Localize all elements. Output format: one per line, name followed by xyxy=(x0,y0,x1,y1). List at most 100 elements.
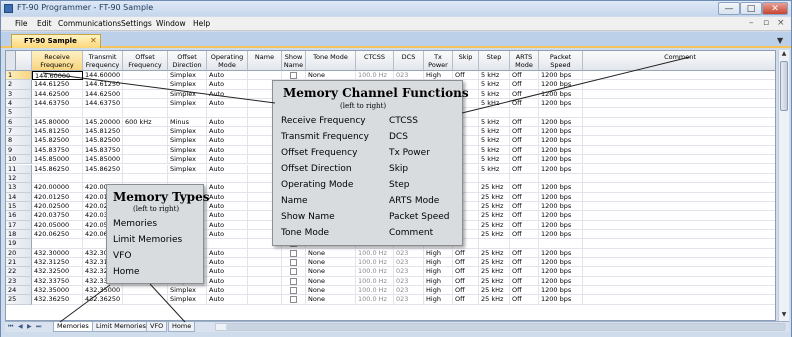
scroll-down-icon[interactable]: ▼ xyxy=(779,311,789,321)
column-header-off[interactable]: Offset Frequency xyxy=(123,51,168,71)
cell-show[interactable] xyxy=(282,267,306,277)
cell-tx[interactable]: 144.61250 xyxy=(83,80,123,90)
cell-ctcss[interactable]: 100.0 Hz xyxy=(356,258,394,268)
cell-dcs[interactable]: 023 xyxy=(394,258,424,268)
cell-comment[interactable] xyxy=(583,165,775,174)
cell-off[interactable] xyxy=(123,108,168,118)
cell-mode[interactable]: Auto xyxy=(207,229,248,240)
cell-rx[interactable] xyxy=(32,173,83,184)
cell-rx[interactable]: 145.86250 xyxy=(32,164,83,174)
column-header-rx[interactable]: Receive Frequency xyxy=(32,51,83,71)
document-tab-close-icon[interactable]: ✕ xyxy=(90,36,97,45)
cell-dir[interactable] xyxy=(168,173,207,184)
cell-dir[interactable]: Minus xyxy=(168,117,207,128)
cell-tx[interactable]: 145.82500 xyxy=(83,136,123,146)
maximize-button[interactable]: □ xyxy=(740,2,762,15)
last-sheet-icon[interactable]: ⏭ xyxy=(36,323,41,331)
cell-ctcss[interactable]: 100.0 Hz xyxy=(356,248,394,258)
row-header[interactable]: 13 xyxy=(6,183,32,193)
menu-settings[interactable]: Settings xyxy=(121,19,152,28)
row-header[interactable]: 2 xyxy=(6,80,32,90)
cell-dir[interactable]: Simplex xyxy=(168,71,207,81)
cell-dir[interactable]: Simplex xyxy=(168,127,207,137)
row-header[interactable]: 4 xyxy=(6,99,32,109)
cell-pkt[interactable]: 1200 bps xyxy=(539,71,583,81)
cell-ctcss[interactable]: 100.0 Hz xyxy=(356,286,394,296)
cell-dcs[interactable]: 023 xyxy=(394,295,424,305)
show-name-checkbox[interactable] xyxy=(290,72,297,79)
cell-step[interactable]: 25 kHz xyxy=(479,258,510,268)
first-sheet-icon[interactable]: ⏮ xyxy=(8,323,13,331)
cell-arts[interactable]: Off xyxy=(510,267,539,277)
cell-mode[interactable]: Auto xyxy=(207,145,248,156)
cell-pkt[interactable]: 1200 bps xyxy=(539,89,583,100)
cell-arts[interactable]: Off xyxy=(510,220,539,230)
cell-dcs[interactable]: 023 xyxy=(394,286,424,296)
sheet-tab-home[interactable]: Home xyxy=(168,322,196,332)
column-header-pkt[interactable]: Packet Speed xyxy=(539,51,583,71)
cell-mode[interactable]: Auto xyxy=(207,201,248,212)
vertical-scroll-thumb[interactable] xyxy=(780,61,788,111)
cell-name[interactable] xyxy=(248,267,282,277)
cell-pwr[interactable]: High xyxy=(424,276,453,287)
cell-tx[interactable]: 145.86250 xyxy=(83,164,123,174)
menu-communications[interactable]: Communications xyxy=(58,19,121,28)
cell-tx[interactable]: 145.81250 xyxy=(83,127,123,137)
cell-tx[interactable]: 144.62500 xyxy=(83,89,123,100)
cell-ctcss[interactable]: 100.0 Hz xyxy=(356,267,394,277)
cell-mode[interactable]: Auto xyxy=(207,164,248,174)
cell-tx[interactable]: 144.63750 xyxy=(83,99,123,109)
cell-ctcss[interactable]: 100.0 Hz xyxy=(356,276,394,287)
cell-comment[interactable] xyxy=(583,249,775,258)
cell-tx[interactable] xyxy=(83,173,123,184)
cell-dir[interactable]: Simplex xyxy=(168,145,207,156)
cell-dcs[interactable]: 023 xyxy=(394,71,424,81)
cell-mode[interactable]: Auto xyxy=(207,276,248,287)
cell-arts[interactable]: Off xyxy=(510,155,539,165)
mdi-restore-icon[interactable]: ▫ xyxy=(763,18,769,28)
show-name-checkbox[interactable] xyxy=(290,287,297,295)
cell-dir[interactable]: Simplex xyxy=(168,136,207,146)
cell-rx[interactable]: 420.01250 xyxy=(32,192,83,202)
cell-comment[interactable] xyxy=(583,286,775,296)
cell-dir[interactable] xyxy=(168,108,207,118)
cell-pkt[interactable]: 1200 bps xyxy=(539,211,583,221)
cell-off[interactable] xyxy=(123,155,168,165)
cell-pkt[interactable]: 1200 bps xyxy=(539,155,583,165)
cell-arts[interactable]: Off xyxy=(510,183,539,193)
close-button[interactable]: ✕ xyxy=(762,2,788,15)
cell-rx[interactable]: 432.30000 xyxy=(32,248,83,258)
prev-sheet-icon[interactable]: ◀ xyxy=(18,323,23,330)
cell-tone[interactable]: None xyxy=(306,267,356,277)
cell-rx[interactable]: 432.36250 xyxy=(32,295,83,305)
cell-off[interactable] xyxy=(123,286,168,296)
cell-skip[interactable]: Off xyxy=(453,267,479,277)
cell-pwr[interactable]: High xyxy=(424,295,453,305)
grid-corner[interactable] xyxy=(6,51,16,71)
cell-arts[interactable]: Off xyxy=(510,71,539,81)
cell-dir[interactable]: Simplex xyxy=(168,286,207,296)
cell-mode[interactable]: Auto xyxy=(207,127,248,137)
column-header-arts[interactable]: ARTS Mode xyxy=(510,51,539,71)
cell-dcs[interactable]: 023 xyxy=(394,248,424,258)
cell-mode[interactable]: Auto xyxy=(207,117,248,128)
cell-mode[interactable]: Auto xyxy=(207,89,248,100)
cell-dir[interactable]: Simplex xyxy=(168,155,207,165)
cell-arts[interactable]: Off xyxy=(510,276,539,287)
cell-pwr[interactable]: High xyxy=(424,248,453,258)
cell-comment[interactable] xyxy=(583,80,775,90)
cell-arts[interactable]: Off xyxy=(510,99,539,109)
cell-name[interactable] xyxy=(248,258,282,268)
cell-dir[interactable]: Simplex xyxy=(168,89,207,100)
row-header[interactable]: 15 xyxy=(6,201,32,212)
cell-skip[interactable]: Off xyxy=(453,248,479,258)
cell-pkt[interactable]: 1200 bps xyxy=(539,136,583,146)
cell-rx[interactable]: 432.35000 xyxy=(32,286,83,296)
cell-comment[interactable] xyxy=(583,239,775,249)
cell-pkt[interactable]: 1200 bps xyxy=(539,258,583,268)
cell-show[interactable] xyxy=(282,258,306,268)
cell-skip[interactable]: Off xyxy=(453,286,479,296)
cell-pwr[interactable]: High xyxy=(424,258,453,268)
cell-arts[interactable]: Off xyxy=(510,127,539,137)
cell-arts[interactable]: Off xyxy=(510,145,539,156)
